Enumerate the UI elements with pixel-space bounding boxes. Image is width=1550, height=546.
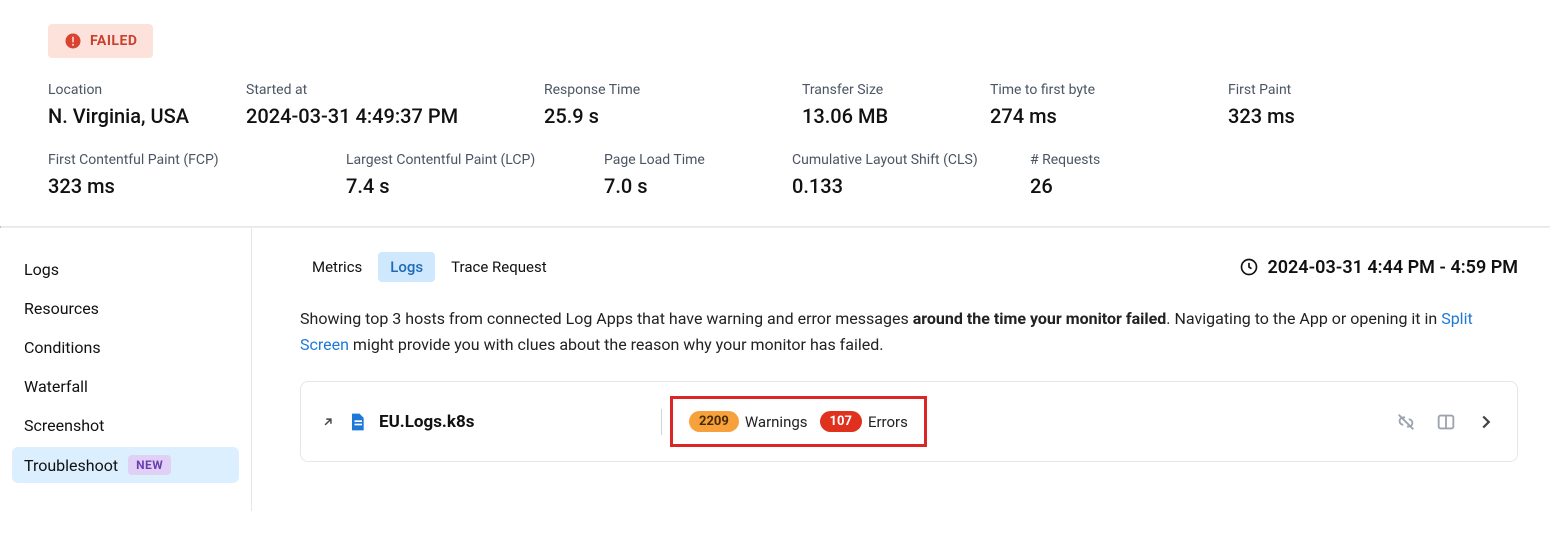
sidebar-item-label: Screenshot — [24, 416, 104, 435]
warnings-label: Warnings — [745, 413, 808, 431]
metric-first-paint: First Paint 323 ms — [1228, 82, 1378, 128]
metric-cls: Cumulative Layout Shift (CLS) 0.133 — [792, 152, 982, 198]
errors-label: Errors — [868, 413, 908, 431]
sidebar-item-troubleshoot[interactable]: Troubleshoot NEW — [12, 447, 239, 483]
tab-trace-request[interactable]: Trace Request — [439, 252, 558, 282]
sidebar-item-label: Waterfall — [24, 377, 88, 396]
status-text: FAILED — [90, 33, 137, 49]
metric-transfer-size: Transfer Size 13.06 MB — [802, 82, 942, 128]
metric-value: 7.0 s — [604, 174, 744, 198]
metric-label: Cumulative Layout Shift (CLS) — [792, 152, 982, 168]
chevron-right-icon[interactable] — [1475, 411, 1497, 433]
metric-value: 13.06 MB — [802, 104, 942, 128]
metric-label: Started at — [246, 82, 496, 98]
sidebar-item-resources[interactable]: Resources — [12, 291, 239, 326]
tab-logs[interactable]: Logs — [378, 252, 435, 282]
status-badge: FAILED — [48, 24, 153, 58]
sidebar-item-waterfall[interactable]: Waterfall — [12, 369, 239, 404]
sidebar-item-conditions[interactable]: Conditions — [12, 330, 239, 365]
metric-label: Response Time — [544, 82, 754, 98]
metric-ttfb: Time to first byte 274 ms — [990, 82, 1180, 128]
metric-value: 26 — [1030, 174, 1170, 198]
sidebar-item-label: Resources — [24, 299, 99, 318]
metric-page-load-time: Page Load Time 7.0 s — [604, 152, 744, 198]
metric-value: N. Virginia, USA — [48, 104, 198, 128]
metric-label: Time to first byte — [990, 82, 1180, 98]
metric-fcp: First Contentful Paint (FCP) 323 ms — [48, 152, 298, 198]
logs-description: Showing top 3 hosts from connected Log A… — [300, 306, 1518, 357]
metric-value: 2024-03-31 4:49:37 PM — [246, 104, 496, 128]
vertical-divider — [661, 409, 662, 435]
highlighted-counts: 2209 Warnings 107 Errors — [670, 396, 927, 447]
metric-label: Location — [48, 82, 198, 98]
sidebar-item-label: Troubleshoot — [24, 456, 118, 475]
unlink-icon[interactable] — [1395, 411, 1417, 433]
content-tabs: Metrics Logs Trace Request — [300, 252, 559, 282]
sidebar-item-logs[interactable]: Logs — [12, 252, 239, 287]
metric-label: First Contentful Paint (FCP) — [48, 152, 298, 168]
log-card: EU.Logs.k8s 2209 Warnings 107 Errors — [300, 381, 1518, 462]
metric-value: 323 ms — [1228, 104, 1378, 128]
metric-response-time: Response Time 25.9 s — [544, 82, 754, 128]
metric-value: 7.4 s — [346, 174, 556, 198]
time-range-text: 2024-03-31 4:44 PM - 4:59 PM — [1267, 257, 1518, 278]
document-icon — [347, 411, 367, 433]
warnings-count-badge: 2209 — [689, 411, 739, 432]
sidebar-item-label: Conditions — [24, 338, 101, 357]
metric-label: # Requests — [1030, 152, 1170, 168]
metric-started-at: Started at 2024-03-31 4:49:37 PM — [246, 82, 496, 128]
external-link-icon[interactable] — [321, 415, 335, 429]
metric-label: Largest Contentful Paint (LCP) — [346, 152, 556, 168]
metric-label: First Paint — [1228, 82, 1378, 98]
split-view-icon[interactable] — [1435, 411, 1457, 433]
metric-value: 274 ms — [990, 104, 1180, 128]
metric-location: Location N. Virginia, USA — [48, 82, 198, 128]
time-range: 2024-03-31 4:44 PM - 4:59 PM — [1239, 257, 1518, 278]
metric-value: 323 ms — [48, 174, 298, 198]
alert-circle-icon — [64, 32, 82, 50]
tab-metrics[interactable]: Metrics — [300, 252, 374, 282]
sidebar: Logs Resources Conditions Waterfall Scre… — [0, 228, 252, 511]
metric-lcp: Largest Contentful Paint (LCP) 7.4 s — [346, 152, 556, 198]
metric-value: 25.9 s — [544, 104, 754, 128]
new-badge: NEW — [128, 455, 171, 475]
metric-requests: # Requests 26 — [1030, 152, 1170, 198]
sidebar-item-screenshot[interactable]: Screenshot — [12, 408, 239, 443]
errors-count-badge: 107 — [820, 411, 862, 432]
sidebar-item-label: Logs — [24, 260, 59, 279]
metric-label: Page Load Time — [604, 152, 744, 168]
metric-value: 0.133 — [792, 174, 982, 198]
log-title: EU.Logs.k8s — [379, 412, 474, 432]
metric-label: Transfer Size — [802, 82, 942, 98]
clock-icon — [1239, 257, 1259, 277]
